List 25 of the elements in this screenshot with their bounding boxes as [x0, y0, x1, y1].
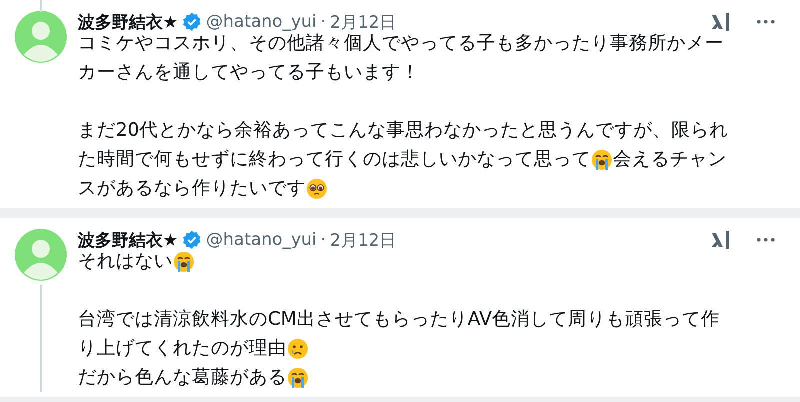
author-name[interactable]: 波多野結衣★	[78, 228, 178, 252]
post-text: り上げてくれたのが理由	[78, 337, 287, 361]
author-name[interactable]: 波多野結衣★	[78, 10, 178, 34]
logo-icon[interactable]	[710, 11, 732, 33]
pleading-face-icon	[306, 178, 328, 200]
post-text: コミケやコスホリ、その他諸々個人でやってる子も多かったり事務所かメー	[78, 32, 724, 56]
logo-icon[interactable]	[710, 229, 732, 251]
separator-dot: ·	[320, 12, 326, 32]
sobbing-face-icon	[287, 366, 309, 388]
post-text: だから色んな葛藤がある	[78, 366, 287, 390]
post-text: カーさんを通してやってる子もいます！	[78, 61, 420, 85]
author-handle[interactable]: @hatano_yui	[206, 230, 317, 250]
post-text: 台湾では清涼飲料水のCM出させてもらったりAV色消して周りも頑張って作	[78, 308, 720, 332]
author-handle[interactable]: @hatano_yui	[206, 12, 317, 32]
post-date[interactable]: 2月12日	[330, 10, 397, 34]
post-date[interactable]: 2月12日	[330, 228, 397, 252]
post-text: スがあるなら作りたいです	[78, 177, 306, 201]
sobbing-face-icon	[173, 250, 195, 272]
post-text: た時間で何もせずに終わって行くのは悲しいかなって思って	[78, 148, 591, 172]
post-text: まだ20代とかなら余裕あってこんな事思わなかったと思うんですが、限られ	[78, 119, 729, 143]
sobbing-face-icon	[591, 148, 613, 170]
crying-face-icon	[287, 338, 309, 360]
post-text: それはない	[78, 250, 173, 274]
separator-dot: ·	[320, 230, 326, 250]
post-text: 会えるチャン	[613, 148, 727, 172]
